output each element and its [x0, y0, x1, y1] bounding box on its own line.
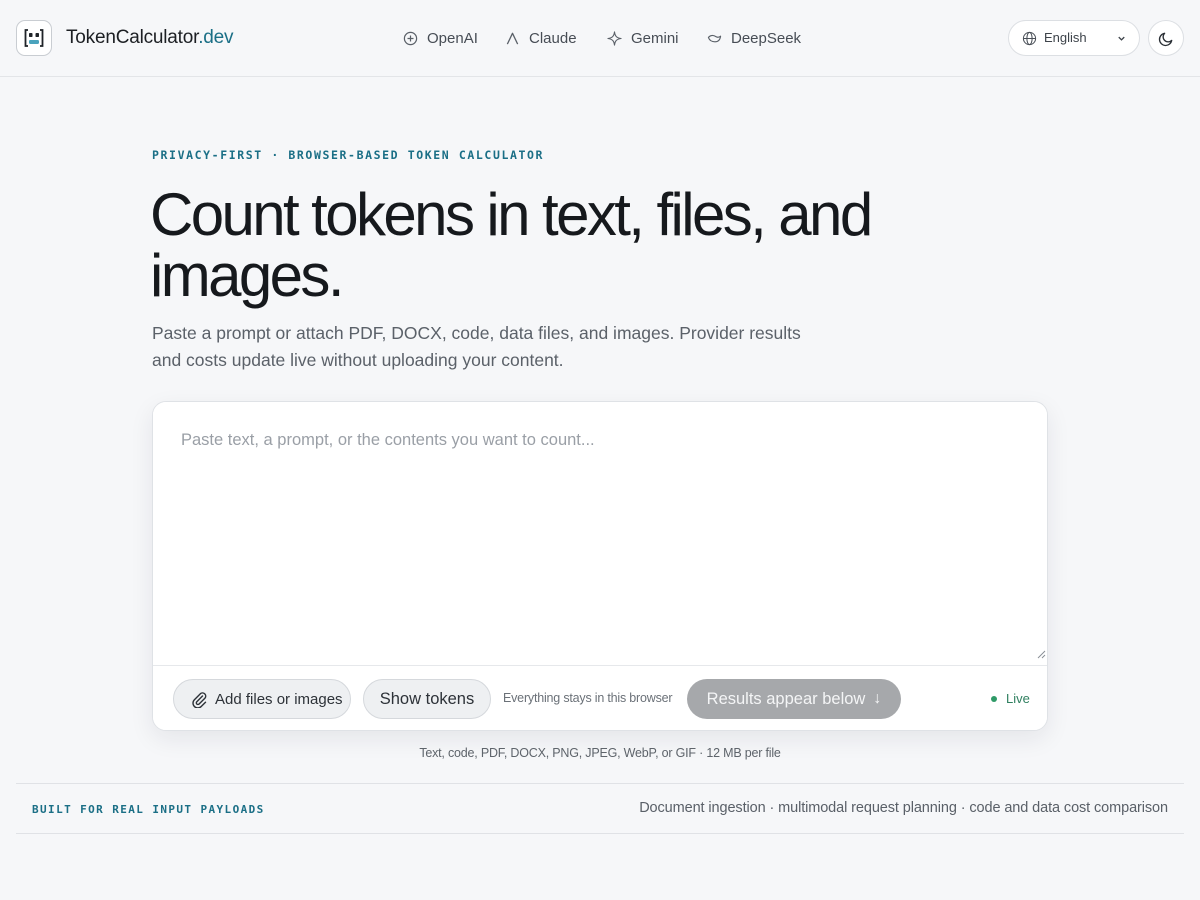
add-files-button[interactable]: Add files or images [173, 679, 351, 719]
brand-name[interactable]: TokenCalculator.dev [66, 26, 234, 50]
paperclip-icon [192, 692, 207, 708]
deepseek-icon [707, 34, 722, 42]
language-label: English [1044, 30, 1087, 45]
show-tokens-button[interactable]: Show tokens [363, 679, 491, 719]
feature-strip-description: Document ingestion · multimodal request … [639, 800, 1168, 816]
nav-label-deepseek: DeepSeek [731, 29, 802, 47]
openai-icon [403, 31, 418, 45]
brand-suffix: .dev [198, 27, 234, 48]
nav-item-openai[interactable]: OpenAI [403, 26, 478, 50]
claude-icon [506, 32, 519, 44]
nav-label-claude: Claude [529, 29, 577, 47]
nav-item-gemini[interactable]: Gemini [607, 26, 679, 50]
live-label: Live [1006, 691, 1030, 706]
nav-item-deepseek[interactable]: DeepSeek [707, 26, 801, 50]
add-files-label: Add files or images [215, 691, 343, 708]
theme-toggle-button[interactable] [1148, 20, 1184, 56]
page-title: Count tokens in text, files, and images. [150, 181, 873, 309]
hero-eyebrow: PRIVACY-FIRST · BROWSER-BASED TOKEN CALC… [152, 148, 545, 162]
input-toolbar: Add files or images Show tokens Everythi… [153, 665, 1047, 730]
brand-name-text: TokenCalculator [66, 27, 199, 48]
resize-handle-icon[interactable] [1036, 649, 1046, 659]
input-card: Add files or images Show tokens Everythi… [152, 401, 1048, 731]
top-bar: TokenCalculator.dev OpenAI Claude Gemini [0, 0, 1200, 77]
moon-icon [1158, 32, 1172, 46]
results-button[interactable]: Results appear below ↓ [687, 679, 901, 719]
feature-strip: BUILT FOR REAL INPUT PAYLOADS Document i… [16, 783, 1184, 834]
feature-strip-label: BUILT FOR REAL INPUT PAYLOADS [32, 803, 265, 816]
live-indicator: Live [991, 691, 1030, 706]
prompt-input[interactable] [153, 402, 1047, 665]
nav-label-openai: OpenAI [427, 29, 478, 47]
chevron-down-icon [1118, 36, 1125, 41]
logo-icon[interactable] [16, 20, 52, 56]
supported-formats-note: Text, code, PDF, DOCX, PNG, JPEG, WebP, … [419, 746, 781, 760]
live-dot-icon [991, 695, 997, 702]
privacy-note: Everything stays in this browser [503, 691, 673, 705]
arrow-down-icon: ↓ [873, 690, 882, 707]
language-select[interactable]: English [1008, 20, 1140, 56]
globe-icon [1022, 31, 1037, 46]
hero-subtitle: Paste a prompt or attach PDF, DOCX, code… [152, 323, 801, 370]
nav-label-gemini: Gemini [631, 29, 679, 47]
gemini-icon [607, 30, 622, 46]
nav-item-claude[interactable]: Claude [505, 26, 577, 50]
results-label: Results appear below [706, 689, 866, 708]
